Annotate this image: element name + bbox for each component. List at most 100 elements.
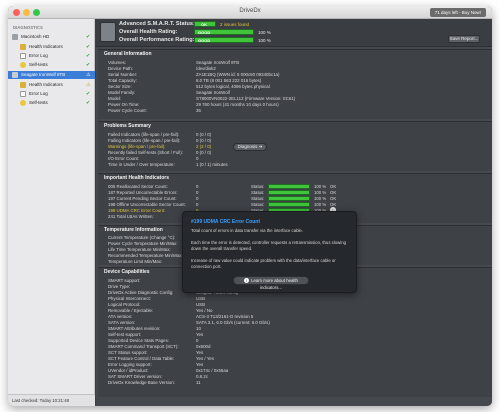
row-value: Yes (196, 362, 204, 367)
section-title: Important Health Indicators (104, 175, 170, 181)
sidebar-item-label: Self-tests (29, 62, 48, 67)
status-bar (268, 196, 310, 201)
row-label: SCT Status support: (108, 350, 148, 355)
row-value: 11 (196, 380, 201, 385)
row-value: 0x174c / 0x55aa (196, 368, 229, 373)
sidebar-header: DIAGNOSTICS (13, 25, 43, 30)
status-header: Advanced S.M.A.R.T. Status: OK 2 issues … (96, 19, 492, 47)
row-value: USB (196, 302, 206, 307)
performance-rating-label: Overall Performance Rating: (119, 37, 195, 43)
row-value: 0 (0 / 0) (196, 132, 212, 137)
row-label: SCT Feature Control / Data Table: (108, 356, 175, 361)
sidebar-item-health-indicators-2[interactable]: Health Indicators (20, 81, 95, 89)
row-value: Yes / Yes (196, 356, 214, 361)
row-label: SMART support: (108, 278, 141, 283)
row-label: Physical Interconnect: (108, 296, 151, 301)
row-label[interactable]: 199 UDMA CRC Error Count: (108, 208, 165, 213)
general-information-section: General Information Volumes: Seagate Iron… (98, 49, 492, 119)
row-label: Life Time Temperature Min/Max: (108, 247, 171, 252)
row-label: 198 Offline Uncorrectable Sector Count: (108, 202, 186, 207)
row-label: 187 Reported Uncorrectable Errors: (108, 190, 178, 195)
row-label: Failing Indicators (life-span / pre-fail… (108, 138, 181, 143)
status-percent: 100 % (314, 190, 327, 195)
row-value: 2 (2 / 0) (196, 144, 212, 149)
status-ok: OK (330, 196, 337, 201)
row-label: ATA version: (108, 314, 133, 319)
row-label: Current Temperature (Change °C): (108, 235, 176, 240)
sidebar-item-health-indicators-1[interactable]: Health Indicators (20, 43, 95, 51)
diagnosis-button-label: Diagnosis (237, 144, 258, 149)
performance-rating-tag: GOOD (198, 38, 211, 43)
title-bar: DriveDx 71 days left - Buy Now! (8, 6, 492, 19)
health-rating-tag: GOOD (198, 30, 211, 35)
info-icon: i (244, 278, 250, 284)
status-bar (268, 202, 310, 207)
checkmark-icon: ✔ (86, 34, 91, 40)
udma-crc-tooltip: #199 UDMA CRC Error Count Total count of… (182, 211, 357, 293)
row-value: Yes / No (196, 308, 213, 313)
smart-status-value: OK (201, 22, 207, 27)
performance-rating-percent: 100 % (258, 38, 271, 43)
row-label: Power Cycle Temperature Min/Max: (108, 241, 178, 246)
main-panel: Advanced S.M.A.R.T. Status: OK 2 issues … (96, 19, 492, 406)
checkmark-icon: ✔ (86, 91, 91, 97)
row-value: 0 (196, 196, 199, 201)
status-bar (268, 184, 310, 189)
last-checked-label: Last checked: Today 10:21:48 (8, 394, 95, 406)
problems-summary-section: Problems Summary Failed Indicators (life… (98, 121, 492, 171)
app-window: DriveDx 71 days left - Buy Now! DIAGNOST… (8, 6, 492, 406)
checkmark-icon: ✔ (86, 53, 91, 59)
row-label: 241 Total LBAs Written: (108, 214, 154, 219)
row-label: Warnings (life-span / pre-fail): (108, 144, 166, 149)
row-label: SATA version: (108, 320, 136, 325)
row-value: USB (196, 296, 206, 301)
health-rating-percent: 100 % (258, 30, 271, 35)
row-label: 197 Current Pending Sector Count: (108, 196, 177, 201)
status-label: Status: (251, 184, 265, 189)
section-title: Problems Summary (104, 123, 151, 129)
buy-now-button[interactable]: 71 days left - Buy Now! (429, 8, 486, 17)
row-label: Device Path: (108, 66, 133, 71)
hard-drive-icon (12, 71, 18, 78)
sidebar-item-seagate-ironwolf[interactable]: Seagate IronWolf 8TB (8, 71, 95, 79)
row-value: ST8000VN0022-2EL112 (Firmware Version: S… (196, 96, 296, 101)
tooltip-paragraph-1: Total count of errors in data transfer v… (191, 228, 304, 233)
row-label: Temperature Limit Min/Max: (108, 259, 163, 264)
row-value: 0 (196, 338, 199, 343)
row-label: Model: (108, 96, 122, 101)
section-title: Temperature Information (104, 227, 163, 233)
status-ok: OK (330, 190, 337, 195)
row-label: Volumes: (108, 60, 127, 65)
sidebar-item-error-log-1[interactable]: Error Log (20, 52, 95, 60)
row-value: 0.8.2c (196, 374, 208, 379)
row-label: Self-test support: (108, 332, 142, 337)
row-label: Serial Number: (108, 72, 138, 77)
warning-icon: ⚠ (86, 82, 91, 88)
row-label: Power Cycle Count: (108, 108, 147, 113)
sidebar-item-label: Error Log (29, 53, 48, 58)
sidebar-item-label: Macintosh HD (21, 34, 50, 39)
learn-more-button[interactable]: i Learn more about health indicators... (233, 276, 309, 290)
window-title: DriveDx (239, 8, 261, 14)
save-report-button[interactable]: Save Report... (448, 35, 480, 43)
row-label: Recommended Temperature Min/Max: (108, 253, 183, 258)
sidebar-item-self-tests-1[interactable]: Self-tests (20, 61, 95, 69)
arrow-right-icon: ➜ (258, 144, 263, 149)
self-tests-icon (20, 61, 26, 68)
row-value: ACS-3 T13/2161-D revision 5 (196, 314, 254, 319)
status-percent: 100 % (314, 184, 327, 189)
row-label: SMART Command Transport (SCT): (108, 344, 179, 349)
sidebar-item-label: Self-tests (29, 100, 48, 105)
sidebar-item-macintosh-hd[interactable]: Macintosh HD (12, 33, 95, 41)
sidebar-item-self-tests-2[interactable]: Self-tests (20, 99, 95, 107)
sidebar-item-label: Health Indicators (29, 44, 63, 49)
section-title: General Information (104, 51, 152, 57)
row-value: 0 (196, 156, 199, 161)
row-label: Failed Indicators (life-span / pre-fail)… (108, 132, 180, 137)
sidebar-item-error-log-2[interactable]: Error Log (20, 90, 95, 98)
error-log-icon (20, 52, 26, 59)
row-value: 1 (0 / 1) minutes (196, 162, 228, 167)
status-ok: OK (330, 184, 337, 189)
row-value: 8.0 TB (8 001 563 222 016 bytes) (196, 78, 262, 83)
diagnosis-button[interactable]: Diagnosis ➜ (233, 143, 267, 151)
